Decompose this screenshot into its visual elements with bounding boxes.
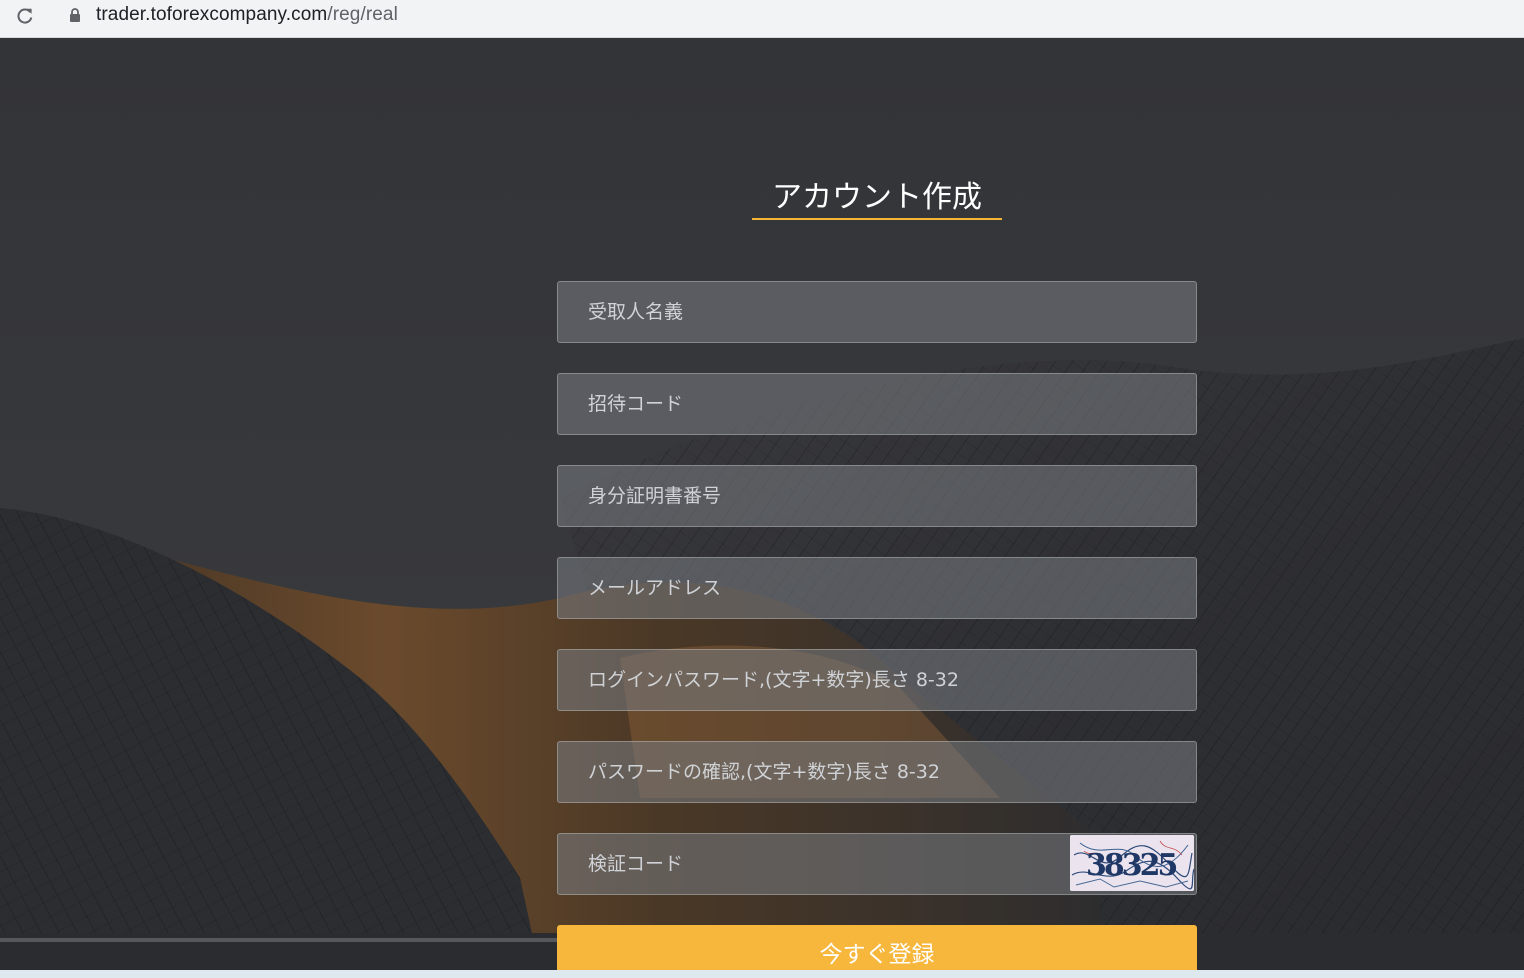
browser-toolbar: trader.toforexcompany.com/reg/real bbox=[0, 0, 1524, 38]
url-path: /reg/real bbox=[327, 4, 398, 25]
invite-code-input[interactable] bbox=[558, 374, 1196, 434]
invite-code-field[interactable] bbox=[557, 373, 1197, 435]
password-field[interactable] bbox=[557, 649, 1197, 711]
confirm-password-input[interactable] bbox=[558, 742, 1196, 802]
register-now-button[interactable]: 今すぐ登録 bbox=[557, 925, 1197, 970]
recipient-name-field[interactable] bbox=[557, 281, 1197, 343]
bottom-scroll-strip bbox=[0, 970, 1524, 978]
verification-code-field[interactable]: 38325 bbox=[557, 833, 1197, 895]
recipient-name-input[interactable] bbox=[558, 282, 1196, 342]
captcha-image[interactable]: 38325 bbox=[1070, 835, 1194, 891]
title-underline: アカウント作成 bbox=[752, 178, 1002, 220]
reload-icon[interactable] bbox=[14, 5, 36, 27]
url-host: trader.toforexcompany.com bbox=[96, 4, 328, 25]
verification-code-input[interactable] bbox=[558, 834, 1068, 894]
id-number-input[interactable] bbox=[558, 466, 1196, 526]
email-input[interactable] bbox=[558, 558, 1196, 618]
registration-page: アカウント作成 38325 今すぐ登録 bbox=[0, 38, 1524, 970]
email-field[interactable] bbox=[557, 557, 1197, 619]
page-title: アカウント作成 bbox=[772, 180, 982, 215]
lock-icon bbox=[68, 7, 82, 23]
password-input[interactable] bbox=[558, 650, 1196, 710]
captcha-text: 38325 bbox=[1086, 848, 1176, 883]
address-bar[interactable]: trader.toforexcompany.com/reg/real bbox=[52, 0, 1512, 30]
url-text: trader.toforexcompany.com/reg/real bbox=[96, 4, 398, 26]
confirm-password-field[interactable] bbox=[557, 741, 1197, 803]
id-number-field[interactable] bbox=[557, 465, 1197, 527]
